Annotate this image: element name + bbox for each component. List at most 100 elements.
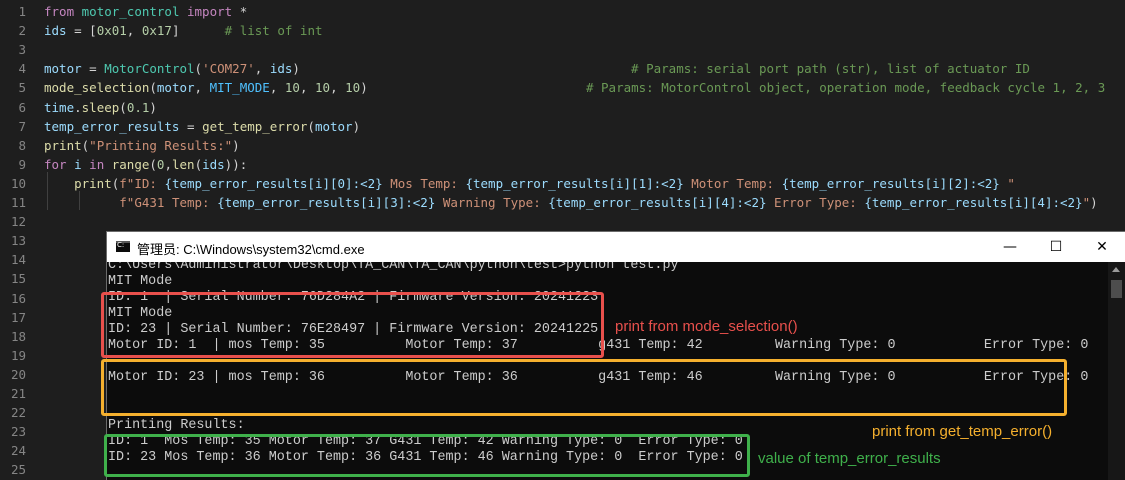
line-number: 25 <box>10 462 26 478</box>
code-text: temp_error_results = get_temp_error(moto… <box>44 117 360 136</box>
code-line[interactable]: 1 from motor_control import * <box>0 2 1125 21</box>
code-text: motor = MotorControl('COM27', ids) # Par… <box>44 59 1030 78</box>
code-text: for i in range(0,len(ids)): <box>44 155 247 174</box>
code-token: from <box>44 4 82 19</box>
window-title: 管理员: C:\Windows\system32\cmd.exe <box>137 242 365 257</box>
code-token: 'COM27' <box>202 61 255 77</box>
code-token: in <box>89 156 112 172</box>
code-token: . <box>74 99 82 115</box>
code-token: ( <box>149 156 157 172</box>
code-token: "Printing Results:" <box>89 137 233 153</box>
minimize-button[interactable]: — <box>987 232 1033 262</box>
code-token: # list of int <box>224 23 323 39</box>
code-token: , <box>269 80 285 96</box>
line-number: 6 <box>18 99 26 115</box>
code-token: 10 <box>315 80 331 96</box>
line-number: 7 <box>18 118 26 134</box>
code-token: " <box>1082 195 1091 210</box>
line-number: 12 <box>10 214 26 230</box>
code-token: ( <box>119 99 127 115</box>
line-number: 23 <box>10 424 26 440</box>
code-token: {temp_error_results[i][2]:<2} <box>781 175 1000 191</box>
code-line[interactable]: 4 motor = MotorControl('COM27', ids) # Pa… <box>0 59 1125 78</box>
code-token: ) <box>360 80 586 96</box>
code-token: ids <box>269 61 293 77</box>
line-number: 2 <box>18 23 26 39</box>
code-token: ) <box>292 61 632 77</box>
code-line[interactable]: 10 print(f"ID: {temp_error_results[i][0]… <box>0 174 1125 193</box>
code-token: )) <box>224 156 240 172</box>
maximize-button[interactable]: ☐ <box>1033 232 1079 262</box>
line-number: 3 <box>18 42 26 58</box>
code-token: 0.1 <box>126 99 150 115</box>
code-token: Error Type: <box>766 195 865 210</box>
line-number: 13 <box>10 233 26 249</box>
code-token: , <box>194 80 210 96</box>
line-number: 18 <box>10 328 26 344</box>
code-token: motor <box>156 80 195 96</box>
close-button[interactable]: ✕ <box>1079 232 1125 262</box>
code-token: ( <box>194 156 203 172</box>
terminal-icon <box>116 241 130 252</box>
code-token: , <box>299 80 315 96</box>
code-line[interactable]: 12 <box>0 212 1125 231</box>
scroll-up-arrow-icon[interactable] <box>1112 267 1120 272</box>
code-token: ( <box>307 118 315 134</box>
code-line[interactable]: 3 <box>0 40 1125 59</box>
code-line[interactable]: 2 ids = [0x01, 0x17] # list of int <box>0 21 1125 40</box>
code-token: 10 <box>284 80 300 96</box>
line-number: 16 <box>10 290 26 306</box>
line-number: 15 <box>10 271 26 287</box>
code-token: 10 <box>345 80 361 96</box>
line-number: 24 <box>10 443 26 459</box>
line-number: 8 <box>18 137 26 153</box>
code-line[interactable]: 6 time.sleep(0.1) <box>0 98 1125 117</box>
code-text: time.sleep(0.1) <box>44 98 157 117</box>
code-token: ] <box>171 23 225 39</box>
mode-selection-label: print from mode_selection() <box>615 318 798 335</box>
code-token: temp_error_results <box>44 118 187 134</box>
code-line[interactable]: 5 mode_selection(motor, MIT_MODE, 10, 10,… <box>0 78 1125 97</box>
code-line[interactable]: 9 for i in range(0,len(ids)): <box>0 155 1125 174</box>
code-token: len <box>171 156 195 172</box>
results-highlight <box>104 434 750 477</box>
code-token: = <box>89 61 105 77</box>
scroll-thumb[interactable] <box>1111 280 1122 298</box>
code-line[interactable]: 7 temp_error_results = get_temp_error(mot… <box>0 117 1125 136</box>
line-number: 10 <box>10 175 26 191</box>
code-line[interactable]: 11 f"G431 Temp: {temp_error_results[i][3… <box>0 193 1125 212</box>
code-token: 0x17 <box>141 23 172 39</box>
code-line[interactable]: 8 print("Printing Results:") <box>0 136 1125 155</box>
code-token: import <box>187 4 240 19</box>
code-token: MIT_MODE <box>209 80 270 96</box>
code-text: ids = [0x01, 0x17] # list of int <box>44 21 323 40</box>
code-token: * <box>239 4 248 19</box>
mode-selection-highlight <box>101 292 604 358</box>
code-token: time <box>44 99 75 115</box>
code-token: # Params: serial port path (str), list o… <box>631 61 1030 77</box>
code-token: {temp_error_results[i][0]:<2} <box>164 175 383 191</box>
line-number: 19 <box>10 347 26 363</box>
code-token: ( <box>149 80 157 96</box>
terminal-line: MIT Mode <box>108 274 173 289</box>
code-token: for <box>44 156 75 172</box>
line-number: 14 <box>10 252 26 268</box>
code-token: Mos Temp: <box>382 175 466 191</box>
code-token: get_temp_error <box>202 118 308 134</box>
code-token: ids <box>202 156 225 172</box>
line-number: 1 <box>18 4 26 19</box>
code-token: motor <box>44 61 90 77</box>
code-token: motor_control <box>81 4 187 19</box>
line-number: 20 <box>10 366 26 382</box>
code-token: sleep <box>81 99 120 115</box>
cmd-title-bar[interactable]: 管理员: C:\Windows\system32\cmd.exe — ☐ ✕ <box>107 232 1125 262</box>
scrollbar[interactable] <box>1108 262 1125 480</box>
line-number: 22 <box>10 405 26 421</box>
code-token: print <box>74 175 112 191</box>
code-text: print(f"ID: {temp_error_results[i][0]:<2… <box>44 174 1015 193</box>
code-token: = [ <box>74 23 97 39</box>
code-token: i <box>74 156 90 172</box>
code-token: 0x01 <box>96 23 127 39</box>
